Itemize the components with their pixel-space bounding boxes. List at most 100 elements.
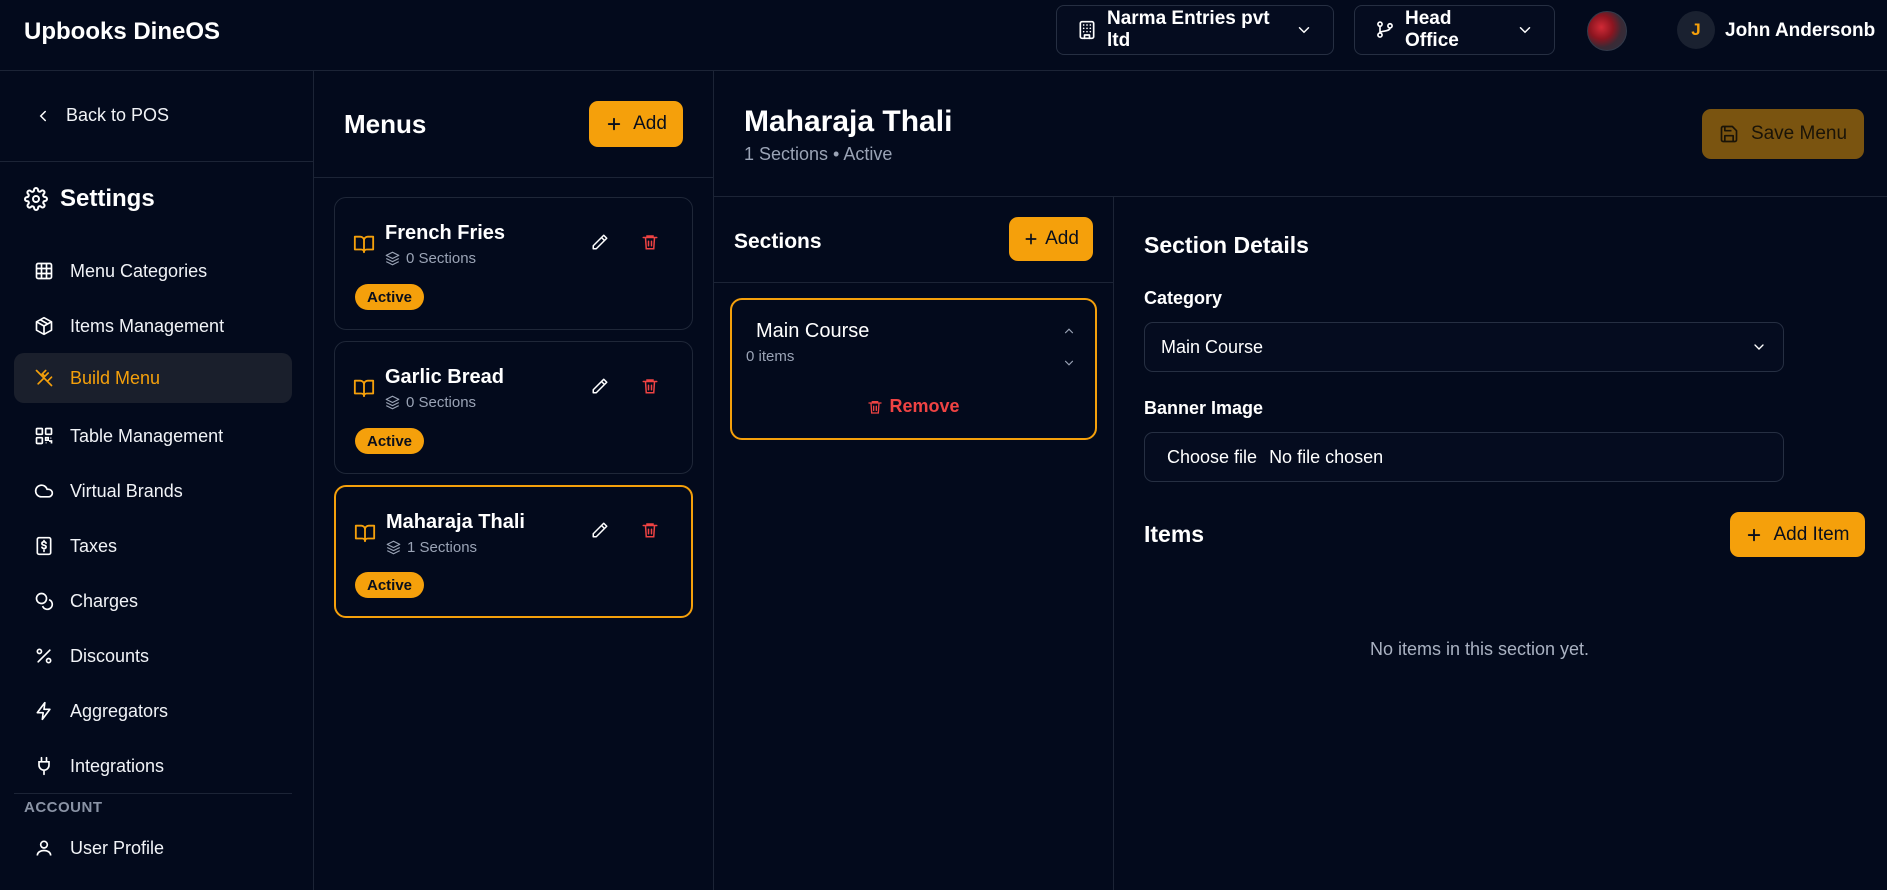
layers-icon bbox=[386, 540, 401, 555]
sidebar-item-label: Discounts bbox=[70, 645, 150, 666]
settings-sidebar: Back to POS Settings Menu Categories Ite… bbox=[0, 71, 314, 890]
category-value: Main Course bbox=[1161, 336, 1264, 357]
save-menu-label: Save Menu bbox=[1750, 123, 1848, 144]
edit-pencil-icon[interactable] bbox=[591, 377, 609, 395]
sidebar-item-menu-categories[interactable]: Menu Categories bbox=[14, 246, 292, 296]
trash-icon[interactable] bbox=[641, 521, 659, 539]
menus-title: Menus bbox=[344, 109, 427, 139]
layers-icon bbox=[385, 395, 400, 410]
sidebar-item-taxes[interactable]: Taxes bbox=[14, 521, 292, 571]
user-avatar[interactable]: J bbox=[1677, 11, 1715, 49]
status-badge: Active bbox=[355, 572, 425, 598]
sidebar-item-label: User Profile bbox=[70, 837, 165, 858]
add-item-button[interactable]: Add Item bbox=[1730, 512, 1865, 557]
add-section-label: Add bbox=[1045, 228, 1079, 249]
status-badge: Active bbox=[355, 428, 425, 454]
edit-pencil-icon[interactable] bbox=[591, 233, 609, 251]
add-menu-label: Add bbox=[633, 113, 667, 134]
file-status: No file chosen bbox=[1269, 446, 1384, 467]
organization-select[interactable]: Narma Entries pvt ltd bbox=[1056, 5, 1334, 55]
branch-select[interactable]: Head Office bbox=[1354, 5, 1555, 55]
organization-label: Narma Entries pvt ltd bbox=[1107, 8, 1270, 51]
sidebar-item-discounts[interactable]: Discounts bbox=[14, 631, 292, 681]
category-select[interactable]: Main Course bbox=[1144, 322, 1784, 372]
gear-icon bbox=[24, 187, 48, 211]
app-title: Upbooks DineOS bbox=[24, 18, 221, 45]
plug-icon bbox=[34, 756, 54, 776]
building-icon bbox=[1077, 20, 1097, 40]
user-icon bbox=[34, 838, 54, 858]
empty-items-message: No items in this section yet. bbox=[1369, 639, 1590, 659]
items-title: Items bbox=[1144, 521, 1205, 547]
utensils-icon bbox=[34, 368, 54, 388]
sidebar-item-virtual-brands[interactable]: Virtual Brands bbox=[14, 466, 292, 516]
menu-editor-header: Maharaja Thali 1 Sections • Active Save … bbox=[714, 71, 1887, 197]
menu-card-selected[interactable]: Maharaja Thali 1 Sections Active bbox=[334, 485, 693, 618]
menu-card[interactable]: Garlic Bread 0 Sections Active bbox=[334, 341, 693, 474]
choose-file-button[interactable]: Choose file bbox=[1167, 447, 1257, 468]
sidebar-item-label: Taxes bbox=[70, 535, 118, 556]
menu-name: Maharaja Thali bbox=[386, 511, 525, 533]
menu-sections-count: 1 Sections bbox=[386, 539, 477, 556]
banner-image-file-input[interactable]: Choose file No file chosen bbox=[1144, 432, 1784, 482]
sidebar-item-build-menu[interactable]: Build Menu bbox=[14, 353, 292, 403]
section-card[interactable]: Main Course 0 items Remove bbox=[730, 298, 1097, 440]
add-menu-button[interactable]: Add bbox=[589, 101, 683, 147]
back-to-pos-link[interactable]: Back to POS bbox=[34, 105, 169, 126]
menu-sections-count: 0 Sections bbox=[385, 394, 476, 411]
menu-editor-subtitle: 1 Sections • Active bbox=[744, 144, 893, 164]
sidebar-item-label: Aggregators bbox=[70, 700, 169, 721]
sidebar-item-label: Menu Categories bbox=[70, 260, 208, 281]
menu-sections-label: 1 Sections bbox=[407, 539, 478, 556]
menu-sections-label: 0 Sections bbox=[406, 250, 477, 267]
chevron-down-icon[interactable] bbox=[1062, 356, 1076, 370]
user-name[interactable]: John Andersonb bbox=[1725, 20, 1875, 42]
section-name: Main Course bbox=[756, 320, 870, 342]
organization-avatar[interactable] bbox=[1587, 11, 1627, 51]
category-label: Category bbox=[1144, 288, 1223, 308]
trash-icon[interactable] bbox=[641, 233, 659, 251]
plus-icon bbox=[1745, 526, 1763, 544]
save-menu-button[interactable]: Save Menu bbox=[1702, 109, 1864, 159]
sidebar-item-user-profile[interactable]: User Profile bbox=[14, 823, 292, 873]
menu-name: Garlic Bread bbox=[385, 366, 504, 388]
chevron-down-icon bbox=[1751, 339, 1767, 355]
status-badge: Active bbox=[355, 284, 425, 310]
sidebar-item-integrations[interactable]: Integrations bbox=[14, 741, 292, 791]
sidebar-item-table-management[interactable]: Table Management bbox=[14, 411, 292, 461]
sidebar-item-items-management[interactable]: Items Management bbox=[14, 301, 292, 351]
branch-label: Head Office bbox=[1405, 8, 1459, 51]
settings-title: Settings bbox=[60, 185, 155, 212]
section-details-panel: Section Details Category Main Course Ban… bbox=[1114, 197, 1887, 890]
edit-pencil-icon[interactable] bbox=[591, 521, 609, 539]
remove-section-label: Remove bbox=[889, 396, 960, 416]
cloud-icon bbox=[34, 481, 54, 501]
sections-title: Sections bbox=[734, 230, 822, 253]
sidebar-item-label: Table Management bbox=[70, 425, 224, 446]
chevron-up-icon[interactable] bbox=[1062, 324, 1076, 338]
menu-sections-count: 0 Sections bbox=[385, 250, 476, 267]
book-open-icon bbox=[353, 377, 375, 399]
divider bbox=[314, 177, 713, 178]
receipt-dollar-icon bbox=[34, 536, 54, 556]
layers-icon bbox=[385, 251, 400, 266]
chevron-left-icon bbox=[34, 107, 52, 125]
sidebar-item-charges[interactable]: Charges bbox=[14, 576, 292, 626]
section-details-title: Section Details bbox=[1144, 232, 1309, 258]
section-item-count: 0 items bbox=[746, 348, 795, 365]
package-icon bbox=[34, 316, 54, 336]
sidebar-item-label: Build Menu bbox=[70, 367, 161, 388]
menu-name: French Fries bbox=[385, 222, 506, 244]
sidebar-item-aggregators[interactable]: Aggregators bbox=[14, 686, 292, 736]
add-section-button[interactable]: Add bbox=[1009, 217, 1093, 261]
menu-editor-title: Maharaja Thali bbox=[744, 105, 953, 138]
settings-heading: Settings bbox=[24, 185, 155, 213]
sidebar-item-label: Virtual Brands bbox=[70, 480, 183, 501]
plus-icon bbox=[1023, 231, 1039, 247]
sections-panel: Sections Add Main Course 0 items Remove bbox=[714, 197, 1114, 890]
top-bar: Upbooks DineOS Narma Entries pvt ltd Hea… bbox=[0, 0, 1887, 71]
menu-card[interactable]: French Fries 0 Sections Active bbox=[334, 197, 693, 330]
divider bbox=[14, 793, 292, 794]
remove-section-button[interactable]: Remove bbox=[732, 396, 1095, 417]
trash-icon[interactable] bbox=[641, 377, 659, 395]
